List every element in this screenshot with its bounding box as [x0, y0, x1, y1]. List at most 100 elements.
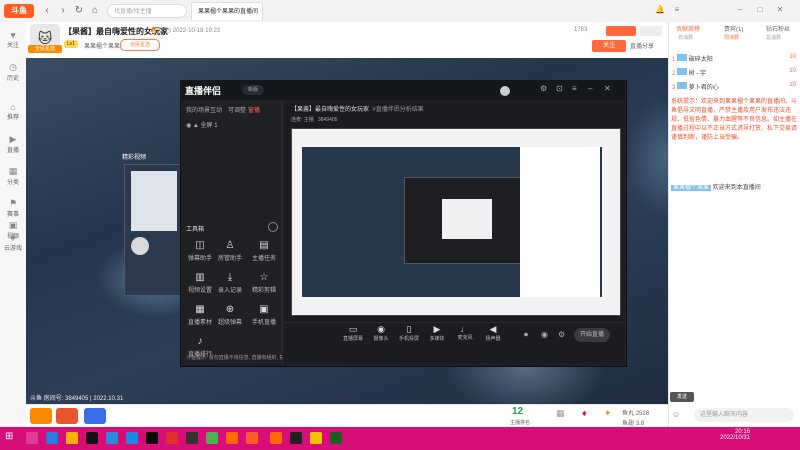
- toolbox-title: 工具箱: [186, 227, 205, 233]
- tab-adjust[interactable]: 可调整: [228, 105, 246, 114]
- subtab-daily[interactable]: 日消费: [678, 34, 693, 41]
- sidebar-item-history[interactable]: ◷ 历史: [0, 62, 26, 82]
- phone-icon: ▯: [406, 324, 412, 334]
- tab-interact[interactable]: 互动: [210, 105, 222, 114]
- share-button[interactable]: 直播分享: [630, 41, 654, 50]
- gift-banner[interactable]: [606, 26, 636, 36]
- sidebar-item-recommend[interactable]: ⌂ 推荐: [0, 102, 26, 121]
- avatar[interactable]: [500, 86, 510, 96]
- tool-danmu-assistant[interactable]: ◫ 弹幕助手: [186, 240, 214, 268]
- camera-button[interactable]: ◉ 摄像头: [368, 324, 394, 342]
- chart-icon: ▥: [195, 272, 205, 283]
- notification-icon[interactable]: 🔔: [655, 5, 665, 15]
- tool-video-settings[interactable]: ▥ 视频设置: [186, 272, 214, 300]
- app-icon[interactable]: [126, 432, 138, 444]
- app-icon[interactable]: [310, 432, 322, 444]
- start-live-button[interactable]: 开始直播: [574, 328, 610, 342]
- gift-icon[interactable]: ♦: [582, 408, 587, 418]
- tab-weekly-rank[interactable]: 贡献周榜: [676, 24, 700, 33]
- home-icon[interactable]: ⌂: [88, 4, 102, 18]
- scene-item[interactable]: ◉ ▲ 全屏 1: [186, 120, 218, 129]
- app-icon[interactable]: [166, 432, 178, 444]
- search-icon[interactable]: [26, 432, 38, 444]
- minimize-icon[interactable]: –: [588, 84, 592, 93]
- subtab-total[interactable]: 总消费: [766, 34, 781, 41]
- streamer-name[interactable]: 果果楹个果果: [84, 41, 120, 50]
- speaker-button[interactable]: ◀ 扬声器: [480, 324, 506, 342]
- browser-tab[interactable]: 果果楹个果果的直播间: [191, 2, 263, 20]
- follow-button[interactable]: 关注: [592, 40, 626, 52]
- rank-row[interactable]: 1 破碎太阳 10: [672, 54, 796, 66]
- refresh-icon[interactable]: ↻: [72, 4, 86, 18]
- search-input[interactable]: 找直播/找主播: [107, 4, 187, 18]
- subtab-weekly[interactable]: 周消费: [724, 34, 739, 41]
- forward-icon[interactable]: ›: [56, 4, 70, 18]
- screen-icon: ▭: [348, 324, 358, 334]
- tool-highlight-clip[interactable]: ☆ 精彩剪辑: [250, 272, 278, 300]
- tool-record-log[interactable]: ⤓ 录入记录: [216, 272, 244, 300]
- version-badge[interactable]: 新版: [242, 85, 264, 95]
- microphone-button[interactable]: ♩ 麦克风: [452, 324, 478, 341]
- settings-icon[interactable]: ⚙: [558, 330, 565, 339]
- screen-capture-button[interactable]: ▭ 直播屏幕: [340, 324, 366, 342]
- tab-scene[interactable]: 我的场景: [186, 105, 210, 114]
- back-icon[interactable]: ‹: [40, 4, 54, 18]
- tool-phone-live[interactable]: ▣ 手机直播: [250, 304, 278, 332]
- app-icon[interactable]: [226, 432, 238, 444]
- app-icon[interactable]: [106, 432, 118, 444]
- task-banner[interactable]: [640, 26, 662, 36]
- sidebar-item-follow[interactable]: ♥ 关注: [0, 30, 26, 49]
- level-badge: Lv1: [64, 40, 78, 48]
- rank-row[interactable]: 3 萝卜君的心 10: [672, 82, 796, 94]
- live-preview[interactable]: [291, 128, 621, 316]
- app-icon[interactable]: [270, 432, 282, 444]
- eye-icon[interactable]: ◉: [541, 330, 548, 339]
- phone-cast-button[interactable]: ▯ 手机投屏: [396, 324, 422, 342]
- live-icon: ▶: [9, 134, 17, 144]
- help-icon[interactable]: [268, 222, 278, 232]
- app-icon[interactable]: [86, 432, 98, 444]
- sidebar-item-category[interactable]: ▦ 分类: [0, 166, 26, 186]
- gift-icon[interactable]: ✦: [604, 408, 612, 419]
- menu-icon[interactable]: ≡: [672, 5, 682, 15]
- pin-icon[interactable]: ⊡: [556, 84, 563, 93]
- windows-start-icon[interactable]: ⊞: [5, 431, 13, 442]
- rank-row[interactable]: 2 树 - 宇 10: [672, 68, 796, 80]
- douyu-logo[interactable]: 斗鱼: [4, 4, 34, 18]
- gift-icon[interactable]: [84, 408, 106, 424]
- sidebar-item-cloud-game[interactable]: ◈ 云游戏: [0, 232, 26, 252]
- tab-window[interactable]: 窗播: [248, 105, 260, 114]
- app-icon[interactable]: [206, 432, 218, 444]
- app-icon[interactable]: [186, 432, 198, 444]
- close-icon[interactable]: ✕: [775, 5, 785, 15]
- app-icon[interactable]: [146, 432, 158, 444]
- sidebar-item-match[interactable]: ⚑ 赛事: [0, 198, 26, 218]
- gift-box-icon[interactable]: ▦: [556, 408, 565, 419]
- sidebar-item-live[interactable]: ▶ 直播: [0, 134, 26, 154]
- minimize-icon[interactable]: –: [735, 5, 745, 15]
- app-icon[interactable]: [290, 432, 302, 444]
- media-button[interactable]: ▶ 多媒体: [424, 324, 450, 342]
- close-icon[interactable]: ✕: [604, 84, 611, 93]
- app-icon[interactable]: [330, 432, 342, 444]
- tool-live-material[interactable]: ▦ 直播素材: [186, 304, 214, 332]
- tool-anchor-task[interactable]: ▤ 主播任务: [250, 240, 278, 268]
- category-tag[interactable]: 全民星选: [120, 39, 160, 51]
- chat-input[interactable]: 这里输入聊天内容: [694, 408, 794, 422]
- app-icon[interactable]: [246, 432, 258, 444]
- gift-icon[interactable]: [30, 408, 52, 424]
- maximize-icon[interactable]: □: [755, 5, 765, 15]
- emoji-icon[interactable]: ☺: [672, 410, 680, 419]
- app-icon[interactable]: [46, 432, 58, 444]
- tab-vip[interactable]: 贵宾(1): [724, 24, 743, 33]
- tool-super-danmu[interactable]: ⊕ 超级弹幕: [216, 304, 244, 332]
- menu-icon[interactable]: ≡: [572, 84, 577, 93]
- tab-diamond-fans[interactable]: 钻石粉丝: [766, 24, 790, 33]
- gift-icon[interactable]: [56, 408, 78, 424]
- tool-admin-assistant[interactable]: ♙ 房管助手: [216, 240, 244, 268]
- send-button[interactable]: 发送: [670, 392, 694, 402]
- folder-icon[interactable]: [66, 432, 78, 444]
- record-icon[interactable]: ⏺: [524, 330, 528, 340]
- settings-icon[interactable]: ⚙: [540, 84, 547, 93]
- system-clock[interactable]: 20:16 2022/10/31: [720, 429, 750, 441]
